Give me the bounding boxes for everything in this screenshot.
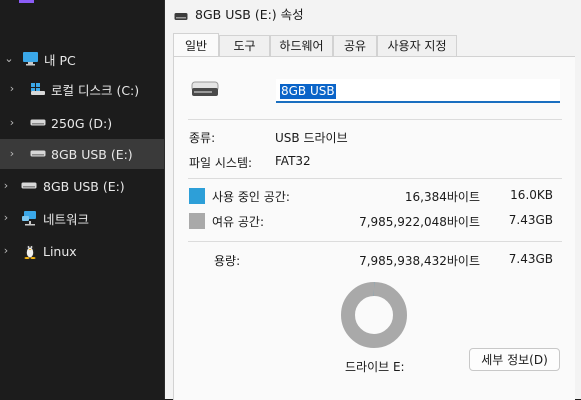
chevron-right-icon[interactable]: ›	[6, 117, 18, 129]
nav-item-label: 8GB USB (E:)	[43, 178, 125, 194]
nav-item-linux[interactable]: › Linux	[0, 236, 164, 266]
type-value: USB 드라이브	[275, 131, 348, 145]
free-space-label: 여유 공간:	[212, 215, 265, 229]
chevron-down-icon[interactable]: ⌄	[3, 53, 15, 65]
used-space-label: 사용 중인 공간:	[212, 190, 290, 204]
filesystem-value: FAT32	[275, 154, 311, 168]
nav-item-usb-e-selected[interactable]: › 8GB USB (E:)	[0, 139, 164, 169]
details-button[interactable]: 세부 정보(D)	[469, 348, 560, 371]
nav-item-label: 로컬 디스크 (C:)	[51, 82, 140, 98]
free-space-size: 7.43GB	[508, 213, 553, 227]
tab-tools[interactable]: 도구	[219, 35, 270, 56]
divider	[188, 178, 562, 179]
drive-icon	[21, 182, 37, 190]
drive-name-selected-text: 8GB USB	[280, 84, 336, 99]
capacity-size: 7.43GB	[508, 252, 553, 266]
tab-hardware[interactable]: 하드웨어	[270, 35, 333, 56]
divider	[188, 119, 562, 120]
drive-icon	[30, 119, 46, 127]
linux-penguin-icon	[22, 242, 38, 259]
type-label: 종류:	[189, 131, 216, 145]
network-icon	[21, 210, 38, 226]
nav-item-label: Linux	[43, 243, 77, 259]
nav-item-this-pc[interactable]: ⌄ 내 PC	[0, 44, 164, 74]
used-space-swatch	[189, 188, 205, 204]
chevron-right-icon[interactable]: ›	[6, 83, 18, 95]
filesystem-label: 파일 시스템:	[189, 156, 253, 170]
monitor-icon	[22, 51, 39, 66]
nav-item-drive-d[interactable]: › 250G (D:)	[0, 108, 164, 138]
nav-item-label: 네트워크	[43, 211, 90, 227]
divider	[188, 241, 562, 242]
chevron-right-icon[interactable]: ›	[0, 245, 12, 257]
used-space-bytes: 16,384바이트	[404, 190, 480, 204]
free-space-bytes: 7,985,922,048바이트	[359, 215, 480, 229]
tab-general[interactable]: 일반	[173, 33, 219, 56]
free-space-swatch	[189, 213, 205, 229]
drive-large-icon	[191, 81, 219, 97]
nav-item-usb-e[interactable]: › 8GB USB (E:)	[0, 171, 164, 201]
nav-item-label: 내 PC	[44, 52, 76, 68]
nav-item-label: 8GB USB (E:)	[51, 146, 133, 162]
nav-item-local-disk-c[interactable]: › 로컬 디스크 (C:)	[0, 74, 164, 104]
drive-icon	[30, 150, 46, 158]
usage-donut-chart	[341, 282, 407, 348]
tab-customize[interactable]: 사용자 지정	[377, 35, 457, 56]
properties-dialog: 8GB USB (E:) 속성 일반 도구 하드웨어 공유 사용자 지정 8GB…	[164, 0, 581, 400]
used-space-size: 16.0KB	[510, 188, 553, 202]
capacity-label: 용량:	[214, 254, 241, 268]
free-space-ring	[341, 282, 407, 348]
capacity-bytes: 7,985,938,432바이트	[359, 254, 480, 268]
general-tab-panel: 8GB USB 종류: USB 드라이브 파일 시스템: FAT32 사용 중인…	[173, 56, 575, 400]
nav-item-label: 250G (D:)	[51, 115, 113, 131]
navigation-pane: ⌄ 내 PC › 로컬 디스크 (C:) › 250G (D:) › 8GB U…	[0, 0, 164, 399]
drive-letter-label: 드라이브 E:	[345, 360, 405, 374]
chevron-right-icon[interactable]: ›	[6, 148, 18, 160]
chevron-right-icon[interactable]: ›	[0, 180, 12, 192]
accent-bar	[19, 0, 34, 3]
dialog-title-bar[interactable]: 8GB USB (E:) 속성	[165, 0, 581, 24]
chevron-right-icon[interactable]: ›	[0, 212, 12, 224]
windows-drive-icon	[30, 82, 46, 96]
nav-item-network[interactable]: › 네트워크	[0, 203, 164, 233]
dialog-title: 8GB USB (E:) 속성	[195, 7, 304, 22]
tab-sharing[interactable]: 공유	[333, 35, 377, 56]
drive-icon	[174, 6, 188, 20]
